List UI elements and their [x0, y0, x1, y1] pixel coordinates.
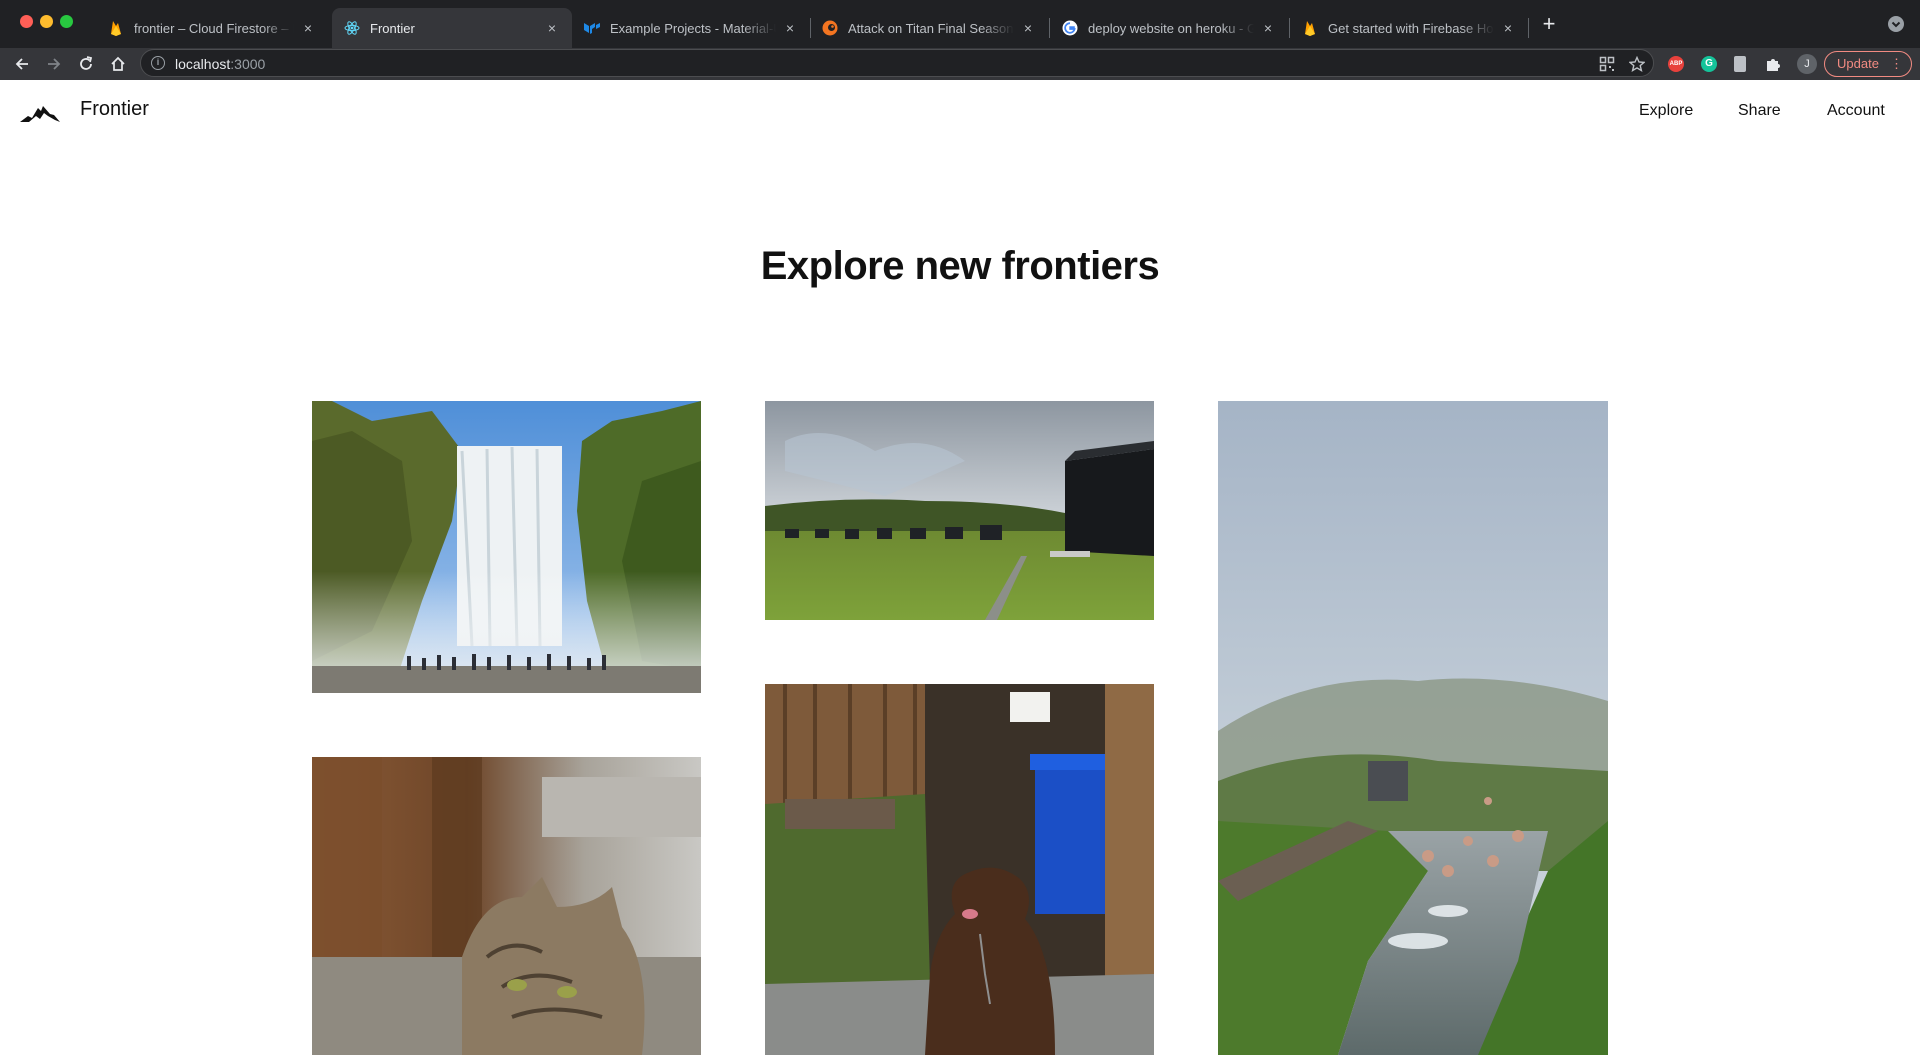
maximize-window-button[interactable]: [60, 15, 73, 28]
back-button[interactable]: [10, 52, 34, 76]
reload-button[interactable]: [74, 52, 98, 76]
brand-name[interactable]: Frontier: [80, 98, 149, 121]
tab-separator: [1049, 18, 1050, 38]
browser-tab-bar: frontier – Cloud Firestore – Fire × Fron…: [0, 0, 1920, 48]
close-tab-icon[interactable]: ×: [1020, 20, 1036, 36]
google-icon: [1062, 20, 1078, 36]
crunchyroll-icon: [822, 20, 838, 36]
minimize-window-button[interactable]: [40, 15, 53, 28]
new-tab-button[interactable]: +: [1537, 13, 1561, 37]
browser-tab-frontier[interactable]: Frontier ×: [332, 8, 572, 48]
adblock-plus-icon[interactable]: ABP: [1668, 56, 1684, 72]
photo-grassland-cabins[interactable]: [765, 401, 1154, 620]
browser-tab-google-search[interactable]: deploy website on heroku - Go ×: [1050, 8, 1288, 48]
site-info-icon[interactable]: i: [151, 56, 165, 70]
tab-title: Attack on Titan Final Season Ep: [848, 20, 1014, 36]
extensions-puzzle-icon[interactable]: [1765, 56, 1781, 72]
nav-share-link[interactable]: Share: [1738, 102, 1781, 120]
photo-brown-dog[interactable]: [765, 684, 1154, 1055]
grammarly-icon[interactable]: G: [1701, 56, 1717, 72]
page-title: Explore new frontiers: [760, 244, 1160, 288]
close-window-button[interactable]: [20, 15, 33, 28]
close-tab-icon[interactable]: ×: [1500, 20, 1516, 36]
url-port: :3000: [230, 56, 266, 72]
material-ui-icon: [584, 20, 600, 36]
app-header: Frontier Explore Share Account: [0, 80, 1920, 144]
close-tab-icon[interactable]: ×: [782, 20, 798, 36]
document-extension-icon[interactable]: [1734, 56, 1746, 72]
firebase-icon: [108, 20, 124, 36]
react-icon: [344, 20, 360, 36]
tab-title: Get started with Firebase Hosti: [1328, 20, 1494, 36]
qr-code-icon[interactable]: [1599, 56, 1615, 72]
nav-explore-link[interactable]: Explore: [1639, 102, 1693, 120]
photo-hot-spring-river[interactable]: [1218, 401, 1608, 1055]
browser-tab-material-ui[interactable]: Example Projects - Material-UI ×: [572, 8, 810, 48]
photo-cat[interactable]: [312, 757, 701, 1055]
forward-button[interactable]: [42, 52, 66, 76]
browser-menu-icon[interactable]: ⋮: [1890, 52, 1903, 76]
browser-toolbar: i localhost:3000 ABP G J Update ⋮: [0, 48, 1920, 80]
tab-separator: [1528, 18, 1529, 38]
tab-separator: [810, 18, 811, 38]
browser-tab-firestore[interactable]: frontier – Cloud Firestore – Fire ×: [96, 8, 328, 48]
address-bar[interactable]: i localhost:3000: [140, 49, 1654, 77]
close-tab-icon[interactable]: ×: [300, 20, 316, 36]
url-host: localhost: [175, 56, 231, 72]
tab-title: Example Projects - Material-UI: [610, 20, 776, 36]
update-label: Update: [1837, 56, 1879, 71]
photo-waterfall[interactable]: [312, 401, 701, 693]
update-browser-button[interactable]: Update ⋮: [1824, 51, 1912, 77]
bookmark-star-icon[interactable]: [1628, 55, 1646, 72]
tab-title: frontier – Cloud Firestore – Fire: [134, 20, 294, 36]
tab-search-icon[interactable]: [1888, 16, 1904, 32]
browser-tab-crunchyroll[interactable]: Attack on Titan Final Season Ep ×: [810, 8, 1048, 48]
browser-tab-firebase-hosting[interactable]: Get started with Firebase Hosti ×: [1290, 8, 1528, 48]
mountain-logo-icon[interactable]: [20, 100, 60, 124]
close-tab-icon[interactable]: ×: [1260, 20, 1276, 36]
firebase-icon: [1302, 20, 1318, 36]
tab-title: Frontier: [370, 20, 415, 36]
url-text: localhost:3000: [175, 56, 265, 72]
home-button[interactable]: [106, 52, 130, 76]
profile-avatar[interactable]: J: [1797, 54, 1817, 74]
nav-account-link[interactable]: Account: [1827, 102, 1885, 120]
close-tab-icon[interactable]: ×: [544, 20, 560, 36]
tab-title: deploy website on heroku - Go: [1088, 20, 1254, 36]
tab-separator: [1289, 18, 1290, 38]
